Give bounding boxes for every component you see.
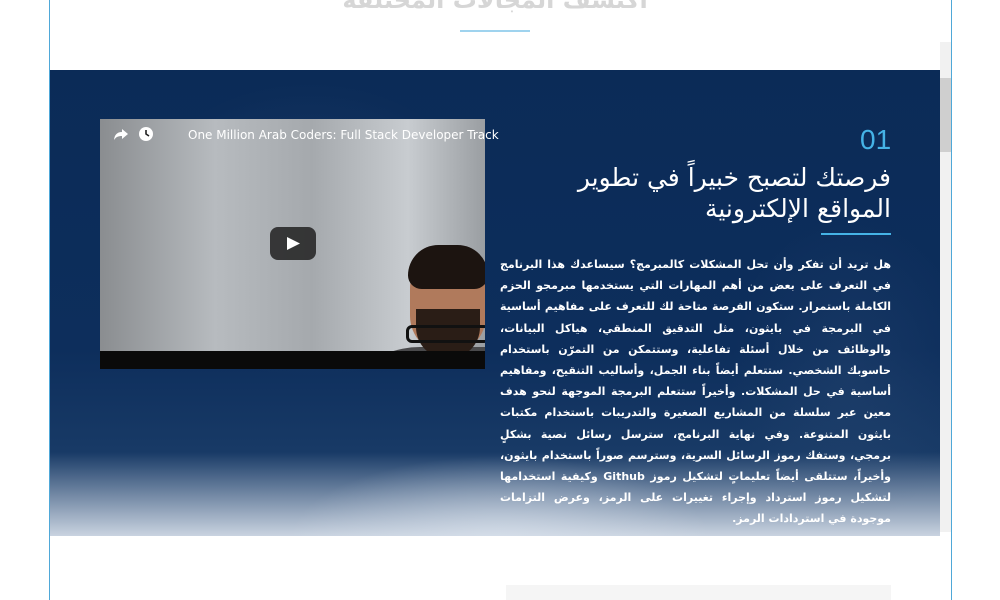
track-description: هل تريد أن تفكر وأن تحل المشكلات كالمبرم… [500, 258, 891, 526]
page-frame-right [951, 0, 952, 600]
play-icon [287, 237, 300, 250]
section-heading-underline [460, 30, 530, 32]
scrollbar-thumb[interactable] [940, 78, 951, 152]
section-heading: اكتشف المجالات المختلفة [342, 0, 648, 14]
track-title: فرصتك لتصبح خبيراً في تطوير المواقع الإل… [577, 163, 891, 223]
share-icon[interactable] [113, 126, 129, 142]
video-presenter-hair [408, 245, 485, 289]
next-section-panel [506, 585, 891, 600]
video-presenter-glasses [406, 325, 485, 343]
play-button[interactable] [270, 227, 316, 260]
track-number: 01 [860, 124, 892, 155]
video-title[interactable]: One Million Arab Coders: Full Stack Deve… [188, 128, 499, 142]
scrollbar[interactable] [940, 42, 951, 532]
watch-later-icon[interactable] [138, 126, 154, 142]
video-control-bar [100, 351, 485, 369]
track-title-underline [821, 233, 891, 235]
